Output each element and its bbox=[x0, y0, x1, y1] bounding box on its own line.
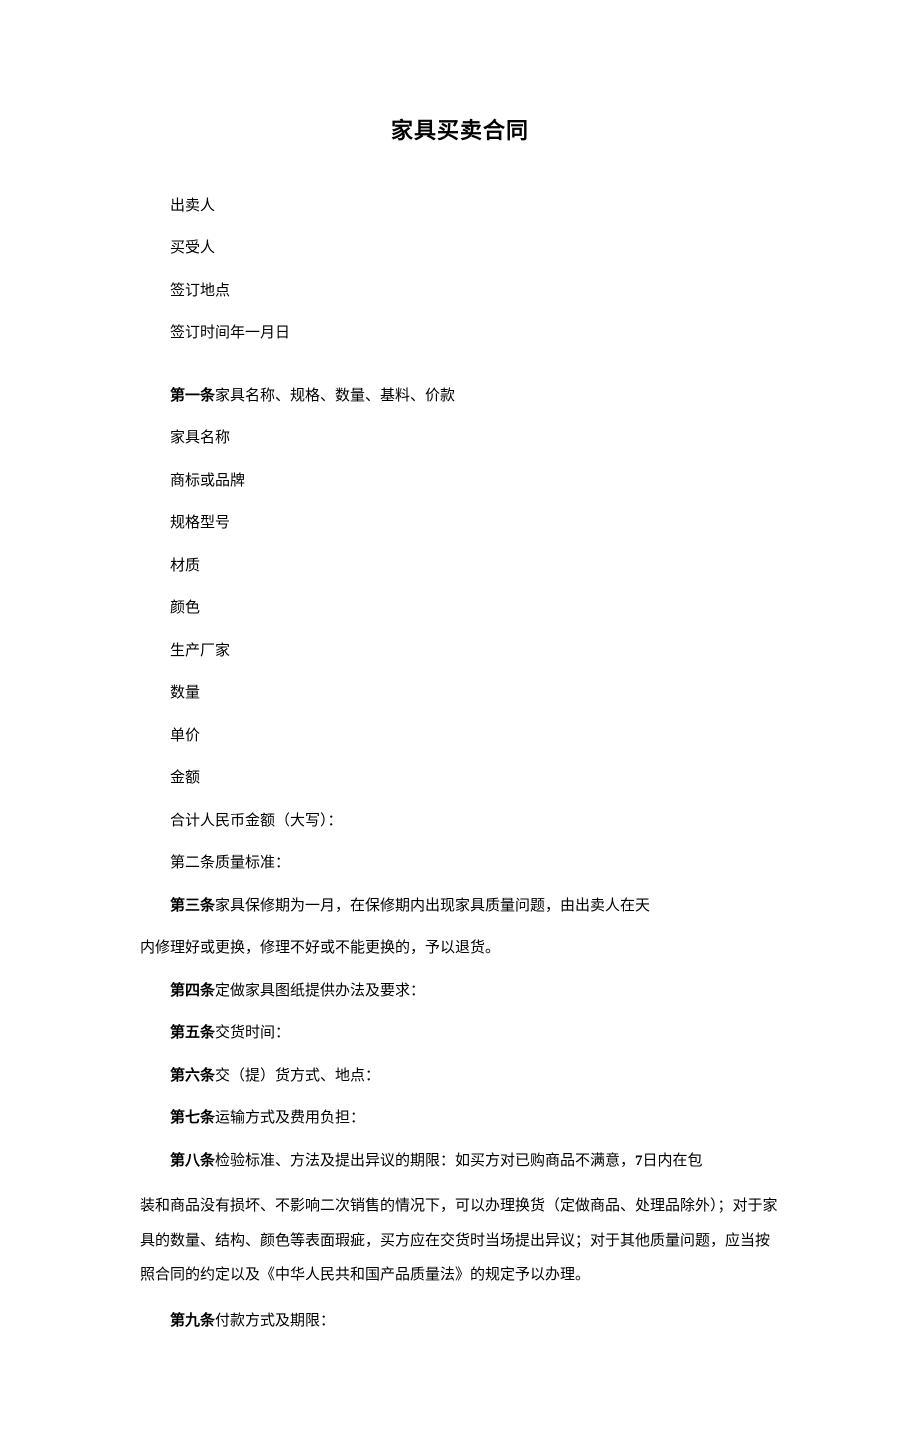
article-8-label: 第八条 bbox=[170, 1153, 215, 1169]
article-3: 第三条家具保修期为一月，在保修期内出现家具质量问题，由出卖人在天 bbox=[140, 892, 780, 921]
item-name: 家具名称 bbox=[140, 424, 780, 453]
item-color: 颜色 bbox=[140, 594, 780, 623]
article-7-text: 运输方式及费用负担： bbox=[215, 1110, 365, 1126]
article-5-label: 第五条 bbox=[170, 1025, 215, 1041]
spacer bbox=[140, 362, 780, 382]
document-page: 家具买卖合同 出卖人 买受人 签订地点 签订时间年一月日 第一条家具名称、规格、… bbox=[0, 0, 920, 1449]
article-8-seven: 7 bbox=[635, 1153, 643, 1169]
article-8-continuation: 装和商品没有损坏、不影响二次销售的情况下，可以办理换货（定做商品、处理品除外）；… bbox=[140, 1189, 780, 1293]
article-6: 第六条交（提）货方式、地点： bbox=[140, 1062, 780, 1091]
item-brand: 商标或品牌 bbox=[140, 467, 780, 496]
article-7: 第七条运输方式及费用负担： bbox=[140, 1104, 780, 1133]
article-8-text2: 日内在包 bbox=[643, 1153, 703, 1169]
item-material: 材质 bbox=[140, 552, 780, 581]
item-model: 规格型号 bbox=[140, 509, 780, 538]
article-8: 第八条检验标准、方法及提出异议的期限：如买方对已购商品不满意，7日内在包 bbox=[140, 1147, 780, 1176]
article-4-label: 第四条 bbox=[170, 983, 215, 999]
seller-line: 出卖人 bbox=[140, 192, 780, 221]
article-5-text: 交货时间： bbox=[215, 1025, 290, 1041]
item-mfr: 生产厂家 bbox=[140, 637, 780, 666]
article-9-text: 付款方式及期限： bbox=[215, 1313, 335, 1329]
article-8-text1: 检验标准、方法及提出异议的期限：如买方对已购商品不满意， bbox=[215, 1153, 635, 1169]
article-1: 第一条家具名称、规格、数量、基料、价款 bbox=[140, 382, 780, 411]
article-9-label: 第九条 bbox=[170, 1313, 215, 1329]
article-3-label: 第三条 bbox=[170, 898, 215, 914]
article-5: 第五条交货时间： bbox=[140, 1019, 780, 1048]
item-qty: 数量 bbox=[140, 679, 780, 708]
document-title: 家具买卖合同 bbox=[140, 110, 780, 152]
article-4-text: 定做家具图纸提供办法及要求： bbox=[215, 983, 425, 999]
buyer-line: 买受人 bbox=[140, 234, 780, 263]
item-unit: 单价 bbox=[140, 722, 780, 751]
article-7-label: 第七条 bbox=[170, 1110, 215, 1126]
article-1-text: 家具名称、规格、数量、基料、价款 bbox=[215, 388, 455, 404]
place-line: 签订地点 bbox=[140, 277, 780, 306]
item-total: 合计人民币金额（大写）： bbox=[140, 807, 780, 836]
article-3-continuation: 内修理好或更换，修理不好或不能更换的，予以退货。 bbox=[140, 934, 780, 963]
article-9: 第九条付款方式及期限： bbox=[140, 1307, 780, 1336]
article-6-label: 第六条 bbox=[170, 1068, 215, 1084]
article-6-text: 交（提）货方式、地点： bbox=[215, 1068, 380, 1084]
article-2: 第二条质量标准： bbox=[140, 849, 780, 878]
article-4: 第四条定做家具图纸提供办法及要求： bbox=[140, 977, 780, 1006]
article-3-text: 家具保修期为一月，在保修期内出现家具质量问题，由出卖人在天 bbox=[215, 898, 650, 914]
time-line: 签订时间年一月日 bbox=[140, 319, 780, 348]
article-1-label: 第一条 bbox=[170, 388, 215, 404]
item-amount: 金额 bbox=[140, 764, 780, 793]
